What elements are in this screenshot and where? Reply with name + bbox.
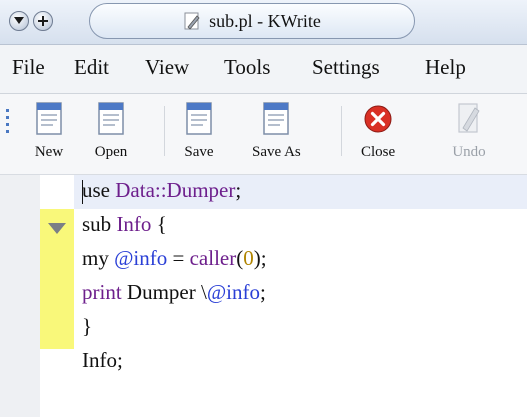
kwrite-window: sub.pl - KWrite File Edit View Tools Set… [0, 0, 527, 417]
code-token: @info [206, 280, 260, 304]
save-button[interactable]: Save [182, 102, 216, 168]
code-token: ); [253, 246, 267, 270]
code-token: { [151, 212, 167, 236]
code-token: @info [114, 246, 168, 270]
maximize-icon [38, 16, 48, 26]
new-button[interactable]: New [32, 102, 66, 168]
menu-view-label: View [145, 55, 190, 79]
close-icon [364, 105, 392, 133]
menu-icon [14, 17, 24, 24]
code-line[interactable]: } [82, 314, 92, 339]
window-title: sub.pl - KWrite [209, 10, 321, 31]
undo-icon [458, 103, 480, 133]
save-as-document-icon [263, 102, 290, 135]
menu-edit-label: Edit [74, 55, 109, 79]
code-token: Dumper \ [121, 280, 207, 304]
code-token: ; [235, 178, 242, 202]
code-token: 0 [243, 246, 254, 270]
code-line[interactable]: use Data::Dumper; [82, 178, 241, 203]
toolbar-drag-handle[interactable] [6, 109, 10, 139]
open-button-label: Open [94, 144, 128, 160]
code-token: Info [116, 212, 152, 236]
menu-settings-label: Settings [312, 55, 380, 79]
code-token: print [82, 280, 122, 304]
menu-view[interactable]: View [145, 55, 189, 80]
code-line[interactable]: Info; [82, 348, 123, 373]
menu-tools[interactable]: Tools [224, 55, 270, 80]
menu-file[interactable]: File [12, 55, 45, 80]
main-toolbar: New Open Save Save As Close Undo [0, 94, 527, 175]
code-token: = [167, 246, 190, 270]
new-button-label: New [34, 144, 64, 160]
code-token: Info; [82, 348, 123, 372]
close-button[interactable]: Close [361, 102, 395, 168]
code-line[interactable]: print Dumper \@info; [82, 280, 266, 305]
code-token: caller [189, 246, 237, 270]
close-button-label: Close [361, 144, 396, 160]
icon-border [0, 175, 40, 417]
undo-button[interactable]: Undo [452, 102, 486, 168]
folding-margin [40, 175, 74, 209]
toolbar-separator [164, 106, 165, 156]
undo-button-label: Undo [452, 144, 486, 160]
save-as-button[interactable]: Save As [252, 102, 301, 168]
menu-help[interactable]: Help [425, 55, 466, 80]
window-title-pill: sub.pl - KWrite [89, 3, 415, 39]
menu-bar: File Edit View Tools Settings Help [0, 45, 527, 94]
window-menu-button[interactable] [9, 11, 29, 31]
code-token: my [82, 246, 115, 270]
save-document-icon [186, 102, 212, 135]
code-token: } [82, 314, 93, 338]
open-button[interactable]: Open [94, 102, 128, 168]
code-token: use [82, 178, 116, 202]
new-document-icon [36, 102, 62, 135]
save-button-label: Save [184, 144, 214, 160]
code-token: ; [260, 280, 266, 304]
menu-settings[interactable]: Settings [312, 55, 380, 80]
code-token: sub [82, 212, 117, 236]
menu-edit[interactable]: Edit [74, 55, 109, 80]
title-bar: sub.pl - KWrite [0, 0, 527, 45]
code-line[interactable]: sub Info { [82, 212, 167, 237]
code-token: Data::Dumper [115, 178, 236, 202]
code-line[interactable]: my @info = caller(0); [82, 246, 267, 271]
menu-file-label: File [12, 55, 45, 79]
maximize-button[interactable] [33, 11, 53, 31]
menu-help-label: Help [425, 55, 466, 79]
save-as-button-label: Save As [252, 144, 301, 160]
folding-margin [40, 349, 74, 417]
menu-tools-label: Tools [224, 55, 271, 79]
open-document-icon [98, 102, 124, 135]
editor-area[interactable]: use Data::Dumper; sub Info {my @info = ca… [0, 175, 527, 417]
document-edit-icon [184, 12, 200, 30]
toolbar-separator [341, 106, 342, 156]
fold-arrow-icon[interactable] [48, 223, 66, 235]
